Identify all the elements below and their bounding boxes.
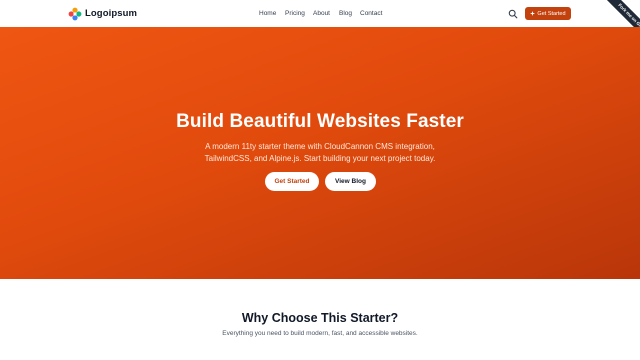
hero-title: Build Beautiful Websites Faster bbox=[176, 111, 464, 132]
nav-link-blog[interactable]: Blog bbox=[339, 10, 352, 17]
nav-link-about[interactable]: About bbox=[313, 10, 330, 17]
search-icon[interactable] bbox=[508, 9, 518, 19]
hero-subtitle-line-2: TailwindCSS, and Alpine.js. Start buildi… bbox=[204, 153, 436, 163]
nav-link-contact[interactable]: Contact bbox=[360, 10, 382, 17]
hero-subtitle-line-1: A modern 11ty starter theme with CloudCa… bbox=[205, 142, 435, 151]
view-blog-button[interactable]: View Blog bbox=[325, 172, 376, 191]
get-started-nav-button[interactable]: Get Started bbox=[525, 7, 571, 20]
features-subtitle: Everything you need to build modern, fas… bbox=[222, 330, 418, 337]
hero-subtitle: A modern 11ty starter theme with CloudCa… bbox=[180, 141, 460, 164]
nav-link-pricing[interactable]: Pricing bbox=[285, 10, 305, 17]
brand-logo[interactable]: Logoipsum bbox=[68, 6, 137, 21]
get-started-nav-label: Get Started bbox=[537, 10, 566, 17]
get-started-button[interactable]: Get Started bbox=[265, 172, 319, 191]
hero-section: Build Beautiful Websites Faster A modern… bbox=[0, 27, 640, 279]
features-title: Why Choose This Starter? bbox=[241, 311, 399, 325]
brand-name: Logoipsum bbox=[85, 8, 138, 19]
top-navbar: Logoipsum Home Pricing About Blog Contac… bbox=[0, 0, 640, 28]
sparkle-icon bbox=[530, 11, 536, 16]
logo-icon bbox=[68, 7, 82, 20]
nav-link-home[interactable]: Home bbox=[259, 10, 276, 17]
